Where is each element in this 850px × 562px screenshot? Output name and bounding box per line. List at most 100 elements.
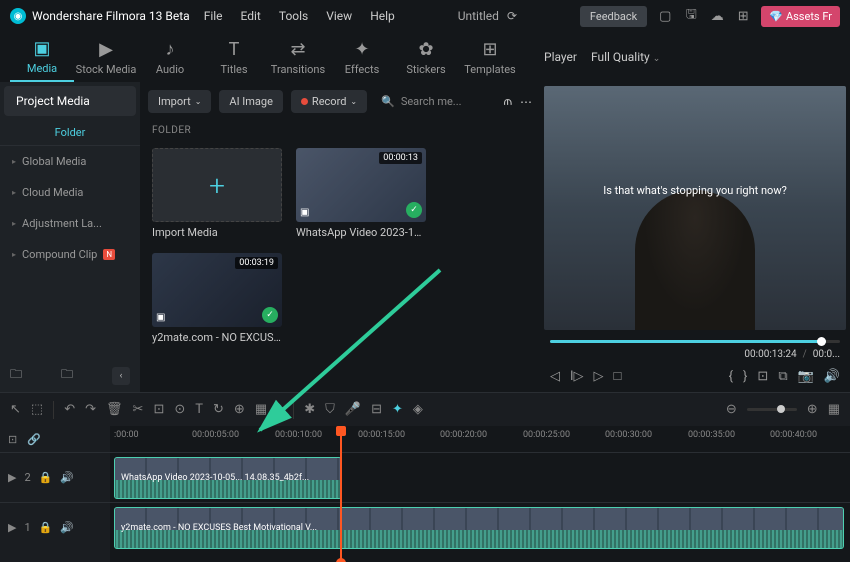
save-icon[interactable]: 🖫 bbox=[683, 8, 699, 24]
media-item[interactable]: 00:03:19 ▣ ✓ y2mate.com - NO EXCUSES ... bbox=[152, 253, 282, 344]
player-viewport[interactable]: Is that what's stopping you right now? bbox=[544, 86, 846, 330]
cloud-icon[interactable]: ☁ bbox=[709, 8, 725, 24]
shield-icon[interactable]: ⛉ bbox=[325, 402, 335, 417]
tab-transitions[interactable]: ⇄Transitions bbox=[266, 32, 330, 82]
speed-icon[interactable]: ⊙ bbox=[174, 402, 185, 417]
zoom-in-icon[interactable]: ⊕ bbox=[807, 402, 818, 417]
record-dropdown[interactable]: Record ⌄ bbox=[291, 90, 367, 113]
player-progress[interactable] bbox=[550, 340, 840, 343]
folder-tab[interactable]: Folder bbox=[0, 120, 140, 146]
playhead[interactable] bbox=[340, 426, 342, 562]
new-bin-icon[interactable]: 🗀 bbox=[61, 365, 73, 386]
undo-icon[interactable]: ↶ bbox=[64, 402, 75, 417]
zoom-slider[interactable] bbox=[747, 408, 797, 411]
crop-icon[interactable]: ⊡ bbox=[757, 369, 768, 384]
sidebar-item-global[interactable]: ▸Global Media bbox=[0, 146, 140, 177]
delete-icon[interactable]: 🗑 bbox=[106, 402, 123, 417]
sidebar-header[interactable]: Project Media bbox=[4, 86, 136, 116]
rotate-icon[interactable]: ↻ bbox=[213, 402, 224, 417]
apps-icon[interactable]: ⊞ bbox=[735, 8, 751, 24]
tab-templates[interactable]: ⊞Templates bbox=[458, 32, 522, 82]
volume-icon[interactable]: 🔊 bbox=[824, 369, 840, 384]
zoom-knob[interactable] bbox=[777, 405, 785, 413]
video-track-icon: ▶ bbox=[8, 471, 16, 484]
feedback-button[interactable]: Feedback bbox=[580, 6, 647, 27]
crop-tool-icon[interactable]: ⊡ bbox=[153, 402, 164, 417]
media-item[interactable]: 00:00:13 ▣ ✓ WhatsApp Video 2023-10-05..… bbox=[296, 148, 426, 239]
collapse-sidebar-button[interactable]: ‹ bbox=[112, 367, 130, 385]
chevron-down-icon: ⌄ bbox=[195, 97, 202, 106]
ai-icon[interactable]: ✦ bbox=[392, 402, 403, 417]
clip-whatsapp[interactable]: WhatsApp Video 2023-10-05... 14.08.35_4b… bbox=[114, 457, 342, 499]
detach-icon[interactable]: ⧉ bbox=[778, 369, 787, 384]
import-media-tile[interactable]: + Import Media bbox=[152, 148, 282, 239]
video-track-icon: ▶ bbox=[8, 521, 16, 534]
search-input[interactable]: 🔍Search me... bbox=[375, 95, 496, 108]
tab-effects[interactable]: ✦Effects bbox=[330, 32, 394, 82]
menu-tools[interactable]: Tools bbox=[279, 9, 308, 23]
sidebar-item-compound[interactable]: ▸Compound ClipN bbox=[0, 239, 140, 270]
tab-media[interactable]: ▣Media bbox=[10, 32, 74, 82]
view-grid-icon[interactable]: ▦ bbox=[828, 402, 840, 417]
tab-titles[interactable]: TTitles bbox=[202, 32, 266, 82]
more-tools-icon[interactable]: » bbox=[277, 402, 283, 417]
sync-icon[interactable]: ⟳ bbox=[507, 9, 517, 23]
ai-image-button[interactable]: AI Image bbox=[219, 90, 283, 113]
timeline-options: ⊡ 🔗 bbox=[0, 426, 110, 452]
ruler-mark: :00:00 bbox=[114, 430, 139, 440]
mark-out-button[interactable]: } bbox=[743, 369, 747, 384]
redo-icon[interactable]: ↷ bbox=[85, 402, 96, 417]
quality-dropdown[interactable]: Full Quality ⌄ bbox=[591, 50, 660, 64]
play-button[interactable]: ▷ bbox=[594, 369, 604, 384]
tab-stock-media[interactable]: ▶Stock Media bbox=[74, 32, 138, 82]
text-icon[interactable]: T bbox=[195, 402, 203, 417]
import-dropdown[interactable]: Import ⌄ bbox=[148, 90, 211, 113]
more-icon[interactable]: ⋯ bbox=[520, 95, 532, 109]
tab-stickers[interactable]: ✿Stickers bbox=[394, 32, 458, 82]
sidebar-item-adjustment[interactable]: ▸Adjustment La... bbox=[0, 208, 140, 239]
stop-button[interactable]: □ bbox=[614, 368, 622, 384]
clip-y2mate[interactable]: y2mate.com - NO EXCUSES Best Motivationa… bbox=[114, 507, 844, 549]
menu-view[interactable]: View bbox=[326, 9, 352, 23]
mute-icon[interactable]: 🔊 bbox=[60, 471, 74, 484]
select-tool-icon[interactable]: ⬚ bbox=[31, 402, 43, 417]
link-toggle-icon[interactable]: 🔗 bbox=[27, 433, 41, 446]
split-icon[interactable]: ✂ bbox=[133, 402, 144, 417]
display-icon[interactable]: ▢ bbox=[657, 8, 673, 24]
prev-button[interactable]: ◁ bbox=[550, 369, 560, 384]
progress-knob[interactable] bbox=[817, 337, 826, 346]
mute-icon[interactable]: 🔊 bbox=[60, 521, 74, 534]
menu-file[interactable]: File bbox=[204, 9, 223, 23]
color-icon[interactable]: ✱ bbox=[304, 402, 315, 417]
media-panel: Import ⌄ AI Image Record ⌄ 🔍Search me...… bbox=[140, 82, 540, 392]
track-1[interactable]: y2mate.com - NO EXCUSES Best Motivationa… bbox=[110, 502, 850, 552]
frame-back-button[interactable]: I▷ bbox=[570, 369, 584, 384]
mark-in-button[interactable]: { bbox=[729, 369, 733, 384]
timeline-settings-icon[interactable]: ⊡ bbox=[8, 433, 17, 446]
track-header-2: ▶ 2 🔒 🔊 bbox=[0, 452, 110, 502]
templates-icon: ⊞ bbox=[482, 39, 497, 60]
snapshot-icon[interactable]: 📷 bbox=[798, 369, 814, 384]
pointer-tool-icon[interactable]: ↖ bbox=[10, 402, 21, 417]
track-2[interactable]: WhatsApp Video 2023-10-05... 14.08.35_4b… bbox=[110, 452, 850, 502]
lock-icon[interactable]: 🔒 bbox=[39, 521, 53, 534]
lock-icon[interactable]: 🔒 bbox=[39, 471, 53, 484]
new-folder-icon[interactable]: 🗀 bbox=[10, 365, 22, 386]
mic-icon[interactable]: 🎤 bbox=[345, 402, 361, 417]
mixer-icon[interactable]: ⊟ bbox=[371, 402, 382, 417]
time-ruler[interactable]: :00:00 00:00:05:00 00:00:10:00 00:00:15:… bbox=[110, 426, 850, 452]
sidebar-item-cloud[interactable]: ▸Cloud Media bbox=[0, 177, 140, 208]
menu-help[interactable]: Help bbox=[370, 9, 395, 23]
link-icon[interactable]: ⊕ bbox=[234, 402, 245, 417]
group-icon[interactable]: ▦ bbox=[255, 402, 267, 417]
filter-icon[interactable]: ⫙ bbox=[504, 94, 512, 109]
assets-button[interactable]: 💎 Assets Fr bbox=[761, 6, 840, 27]
zoom-out-icon[interactable]: ⊖ bbox=[726, 402, 737, 417]
menu-edit[interactable]: Edit bbox=[241, 9, 261, 23]
timeline-toolbar: ↖ ⬚ ↶ ↷ 🗑 ✂ ⊡ ⊙ T ↻ ⊕ ▦ » ✱ ⛉ 🎤 ⊟ ✦ ◈ ⊖ … bbox=[0, 392, 850, 426]
video-frame-silhouette bbox=[635, 190, 755, 330]
tracks-area[interactable]: :00:00 00:00:05:00 00:00:10:00 00:00:15:… bbox=[110, 426, 850, 562]
tab-audio[interactable]: ♪Audio bbox=[138, 32, 202, 82]
marker-icon[interactable]: ◈ bbox=[413, 402, 423, 417]
titles-icon: T bbox=[229, 39, 240, 60]
